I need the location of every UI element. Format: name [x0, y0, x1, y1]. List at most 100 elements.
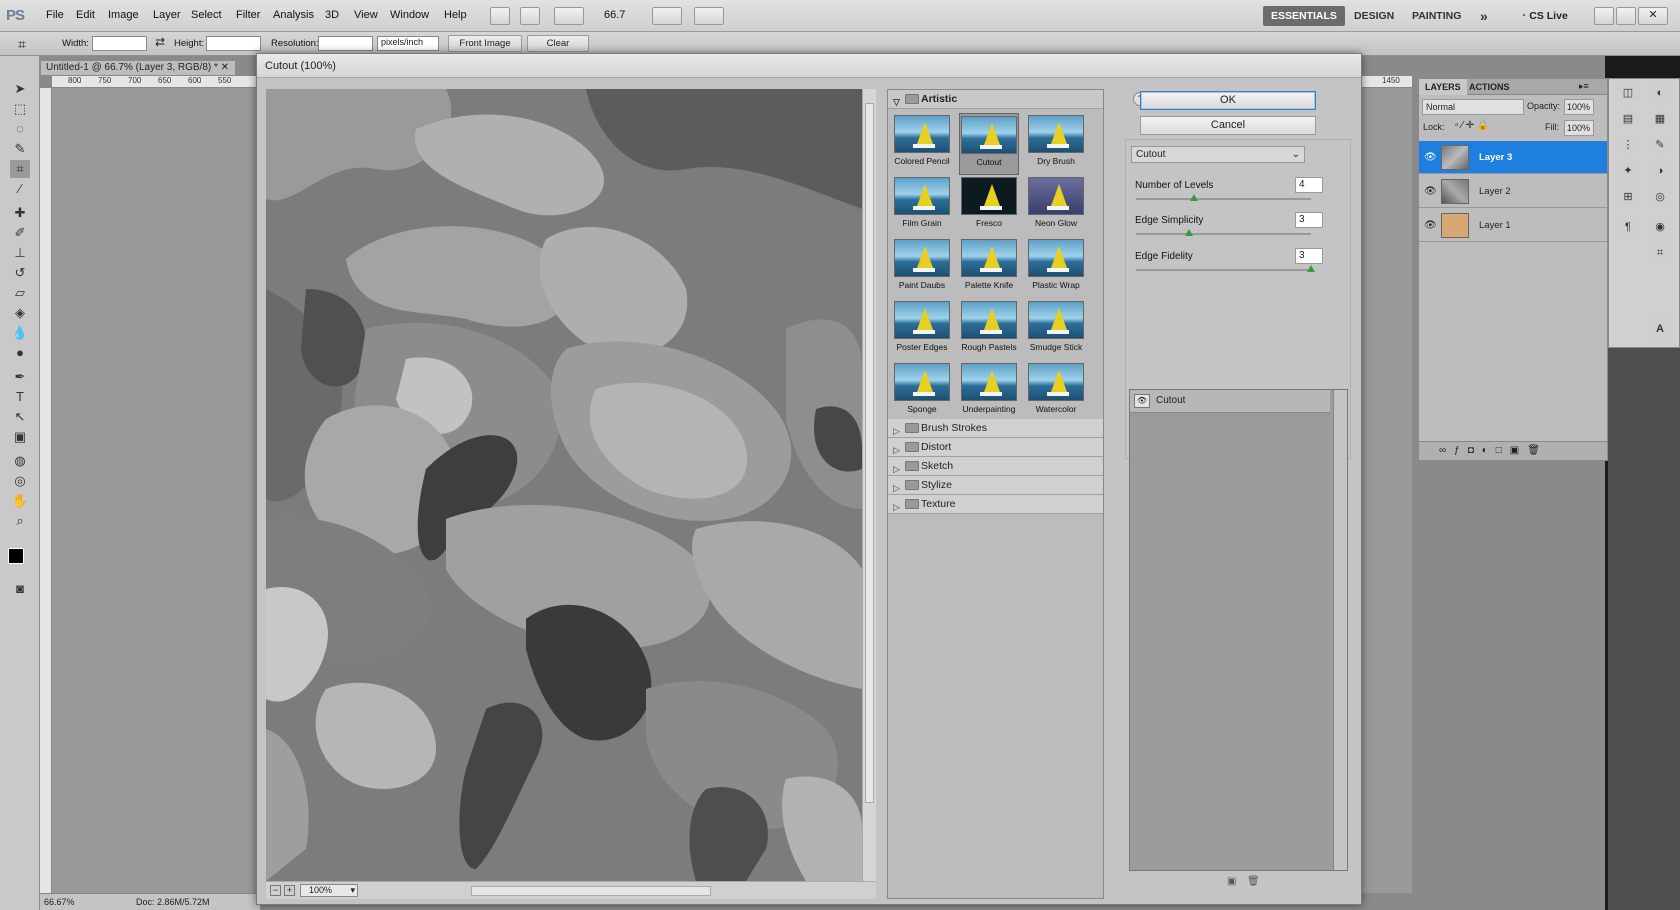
category-sketch[interactable]: ▷ Sketch [888, 457, 1103, 476]
path-select-tool-icon[interactable]: ↖ [10, 408, 30, 426]
marquee-tool-icon[interactable]: ⬚ [10, 100, 30, 118]
visibility-eye-icon[interactable]: 👁 [1424, 175, 1437, 208]
screen-mode-button[interactable] [694, 7, 724, 25]
paths-dock-icon[interactable]: ✎ [1648, 136, 1672, 154]
arrange-documents-button[interactable] [652, 7, 682, 25]
clone-source-dock-icon[interactable]: ⊞ [1616, 188, 1640, 206]
edge-simplicity-input[interactable]: 3 [1295, 212, 1323, 228]
masks-dock-icon[interactable]: ◑ [1648, 162, 1672, 180]
blur-tool-icon[interactable]: 💧 [10, 324, 30, 342]
cslive-button[interactable]: ◔ CS Live [1512, 6, 1576, 26]
filter-thumb-underpainting[interactable]: Underpainting [959, 361, 1019, 423]
filter-thumb-sponge[interactable]: Sponge [892, 361, 952, 423]
shape-tool-icon[interactable]: ▣ [10, 428, 30, 446]
levels-input[interactable]: 4 [1295, 177, 1323, 193]
menu-filter[interactable]: Filter [236, 9, 260, 21]
quick-mask-icon[interactable]: ◙ [10, 580, 30, 598]
resolution-field[interactable] [318, 36, 373, 51]
new-effect-layer-icon[interactable]: ▣ [1227, 876, 1236, 887]
levels-slider-knob[interactable] [1189, 194, 1198, 201]
category-brush-strokes[interactable]: ▷ Brush Strokes [888, 419, 1103, 438]
menu-image[interactable]: Image [108, 9, 139, 21]
workspace-design[interactable]: DESIGN [1346, 6, 1402, 26]
layer-row-layer-3[interactable]: 👁 Layer 3 [1419, 141, 1607, 174]
styles-dock-icon[interactable]: ✦ [1616, 162, 1640, 180]
close-window-button[interactable]: ✕ [1638, 7, 1668, 25]
minimize-button[interactable] [1594, 7, 1614, 25]
front-image-button[interactable]: Front Image [448, 35, 522, 52]
horizontal-scrollbar[interactable] [471, 886, 711, 896]
menu-layer[interactable]: Layer [153, 9, 181, 21]
layers-footer-icons[interactable]: ∞ƒ◘◐□▣🗑 [1419, 441, 1607, 460]
workspace-painting[interactable]: PAINTING [1404, 6, 1469, 26]
crop-tool-icon[interactable]: ⌗ [10, 160, 30, 178]
effect-visibility-eye-icon[interactable]: 👁 [1134, 394, 1150, 408]
status-zoom[interactable]: 66.67% [44, 894, 75, 910]
filter-thumb-colored-pencil[interactable]: Colored Pencil [892, 113, 952, 175]
filter-thumb-rough-pastels[interactable]: Rough Pastels [959, 299, 1019, 361]
type-tool-icon[interactable]: T [10, 388, 30, 406]
panel-menu-icon[interactable]: ▸≡ [1579, 81, 1589, 92]
lasso-tool-icon[interactable]: ◌ [10, 120, 30, 138]
menu-help[interactable]: Help [444, 9, 467, 21]
eraser-tool-icon[interactable]: ▱ [10, 284, 30, 302]
category-texture[interactable]: ▷ Texture [888, 495, 1103, 514]
menu-select[interactable]: Select [191, 9, 222, 21]
clear-button[interactable]: Clear [527, 35, 589, 52]
3d-dock-icon[interactable]: ◎ [1648, 188, 1672, 206]
foreground-color-swatch[interactable] [8, 548, 24, 564]
effect-layer-row[interactable]: 👁 Cutout [1130, 390, 1330, 413]
resolution-unit-select[interactable]: pixels/inch [377, 36, 439, 51]
transform-dock-icon[interactable]: ⌗ [1648, 244, 1672, 262]
swatches-dock-icon[interactable]: ▦ [1648, 110, 1672, 128]
cancel-button[interactable]: Cancel [1140, 116, 1316, 135]
character-dock-icon[interactable]: A [1648, 316, 1672, 342]
filter-thumb-paint-daubs[interactable]: Paint Daubs [892, 237, 952, 299]
height-field[interactable] [206, 36, 261, 51]
width-field[interactable] [92, 36, 147, 51]
3d-rotate-tool-icon[interactable]: ◍ [10, 452, 30, 470]
filter-thumb-film-grain[interactable]: Film Grain [892, 175, 952, 237]
filter-thumb-plastic-wrap[interactable]: Plastic Wrap [1026, 237, 1086, 299]
filter-thumb-fresco[interactable]: Fresco [959, 175, 1019, 237]
zoom-in-button[interactable]: + [284, 885, 295, 896]
maximize-button[interactable] [1616, 7, 1636, 25]
hand-tool-icon[interactable]: ✋ [10, 492, 30, 510]
visibility-eye-icon[interactable]: 👁 [1424, 141, 1437, 174]
category-distort[interactable]: ▷ Distort [888, 438, 1103, 457]
category-artistic[interactable]: ▽ Artistic [888, 90, 1103, 109]
stamp-tool-icon[interactable]: ⊥ [10, 244, 30, 262]
menu-window[interactable]: Window [390, 9, 429, 21]
workspace-essentials[interactable]: ESSENTIALS [1263, 6, 1345, 26]
menu-3d[interactable]: 3D [325, 9, 339, 21]
history-brush-tool-icon[interactable]: ↺ [10, 264, 30, 282]
swap-icon[interactable]: ⇄ [155, 35, 165, 49]
lock-icons[interactable]: ▫ ⁄ ✛ 🔒 [1455, 120, 1489, 131]
menu-view[interactable]: View [354, 9, 378, 21]
brush-tool-icon[interactable]: ✐ [10, 224, 30, 242]
ok-button[interactable]: OK [1140, 91, 1316, 110]
healing-brush-tool-icon[interactable]: ✚ [10, 204, 30, 222]
tab-layers[interactable]: LAYERS [1419, 79, 1467, 95]
quick-select-tool-icon[interactable]: ✎ [10, 140, 30, 158]
more-workspaces-icon[interactable]: » [1472, 6, 1496, 26]
adjustments-dock-icon[interactable]: ◐ [1648, 84, 1672, 102]
blend-mode-select[interactable]: Normal [1422, 99, 1524, 115]
edge-fidelity-slider-track[interactable] [1136, 269, 1311, 271]
crop-tool-icon[interactable]: ⌗ [18, 36, 26, 53]
filter-select[interactable]: Cutout ⌄ [1131, 146, 1305, 163]
effect-layers-scrollbar[interactable] [1333, 390, 1347, 870]
edge-simplicity-slider-track[interactable] [1136, 233, 1311, 235]
preview-vertical-scrollbar[interactable] [862, 89, 876, 881]
filter-thumb-poster-edges[interactable]: Poster Edges [892, 299, 952, 361]
edge-simplicity-slider-knob[interactable] [1184, 229, 1193, 236]
fill-field[interactable]: 100% [1564, 120, 1594, 136]
category-stylize[interactable]: ▷ Stylize [888, 476, 1103, 495]
dodge-tool-icon[interactable]: ● [10, 344, 30, 362]
filter-thumb-smudge-stick[interactable]: Smudge Stick [1026, 299, 1086, 361]
menu-analysis[interactable]: Analysis [273, 9, 314, 21]
move-tool-icon[interactable]: ➤ [10, 80, 30, 98]
3d-orbit-tool-icon[interactable]: ◎ [10, 472, 30, 490]
zoom-select[interactable]: 100% ▾ [300, 884, 358, 897]
eyedropper-tool-icon[interactable]: ⁄ [10, 180, 30, 198]
